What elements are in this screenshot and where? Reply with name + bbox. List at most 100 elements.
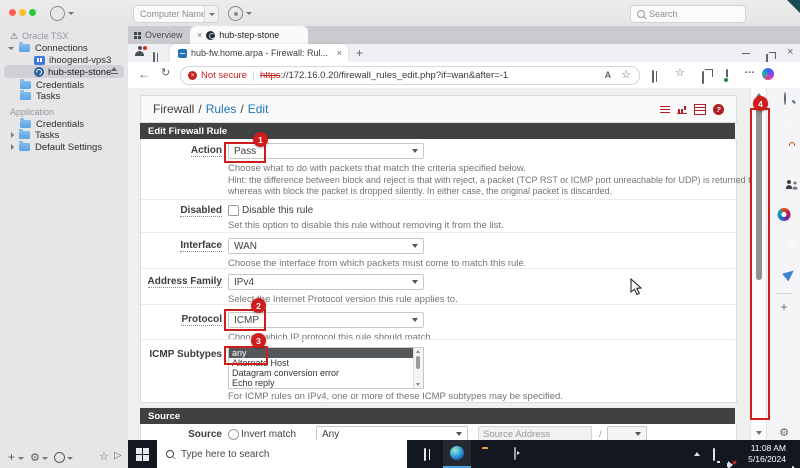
sidebar-item-label: Tasks <box>36 90 61 102</box>
disable-rule-checkbox[interactable] <box>228 205 239 216</box>
clock-date: 5/16/2024 <box>748 453 786 464</box>
read-aloud-icon[interactable]: A <box>605 71 612 80</box>
folder-icon <box>20 90 31 100</box>
list-scrollbar[interactable] <box>413 348 423 388</box>
task-view-icon[interactable] <box>424 448 426 461</box>
favorites-bar-icon[interactable]: ☆ <box>675 68 685 79</box>
sidebar-item-app-tasks[interactable]: Tasks <box>11 129 59 141</box>
close-tab-icon[interactable]: × <box>337 48 342 58</box>
interface-select[interactable]: WAN <box>228 238 424 254</box>
mac-search-field[interactable]: Search <box>630 5 746 23</box>
tab-overview[interactable]: Overview <box>134 26 183 44</box>
window-minimize-icon[interactable] <box>742 53 750 55</box>
corner-accent <box>787 0 800 13</box>
user-account-icon[interactable] <box>50 6 65 21</box>
collections-icon[interactable] <box>702 71 704 84</box>
breadcrumb-separator: / <box>198 102 202 116</box>
invert-match-checkbox[interactable] <box>228 429 239 440</box>
sidebar-item-content: hub-step-stone <box>34 66 111 78</box>
m365-icon[interactable] <box>777 208 791 221</box>
computer-name-select[interactable]: Computer Name <box>133 5 219 23</box>
add-sidebar-icon[interactable]: + <box>780 301 787 313</box>
send-icon[interactable] <box>782 266 797 282</box>
breadcrumb-link-edit[interactable]: Edit <box>248 102 269 116</box>
split-screen-icon[interactable] <box>652 70 654 83</box>
sidebar-item-default-settings[interactable]: Default Settings <box>11 141 102 153</box>
profile-icon[interactable] <box>135 46 147 56</box>
source-address-input[interactable] <box>478 426 592 440</box>
taskbar-search-field[interactable]: Type here to search <box>157 440 407 468</box>
overview-grid-icon <box>134 31 141 39</box>
browser-tab[interactable]: hub-fw.home.arpa - Firewall: Rul... × <box>170 44 348 62</box>
address-field[interactable]: × Not secure https://172.16.0.20/firewal… <box>180 66 640 85</box>
scroll-thumb <box>416 356 420 369</box>
edge-taskbar-button[interactable] <box>443 440 471 468</box>
back-icon[interactable]: ← <box>138 68 150 80</box>
add-icon[interactable]: + <box>8 450 15 464</box>
filter-icon[interactable] <box>660 105 670 113</box>
sidebar-root: ⚠ Oracle TSX <box>10 30 68 42</box>
session-menu-chevron-icon[interactable] <box>246 12 252 15</box>
icmp-option[interactable]: Datagram conversion error <box>229 368 417 378</box>
panel-header: Edit Firewall Rule <box>140 123 735 139</box>
mac-minimize-button[interactable] <box>19 9 26 16</box>
gear-icon[interactable]: ⚙ <box>30 451 40 464</box>
sidebar-item-label: Credentials <box>36 118 85 130</box>
connect-menu-chevron-icon[interactable] <box>67 457 73 460</box>
form-row-address-family: Address Family IPv4 Select the Internet … <box>141 268 736 305</box>
terminal-icon[interactable] <box>514 447 516 460</box>
annotation-callout-2: 2 <box>251 298 266 313</box>
window-close-icon[interactable]: × <box>787 47 793 58</box>
browser-essentials-icon[interactable] <box>726 69 728 82</box>
add-menu-chevron-icon[interactable] <box>18 457 24 460</box>
source-mask-select[interactable] <box>607 426 647 440</box>
mac-close-button[interactable] <box>9 9 16 16</box>
session-favicon <box>206 30 216 40</box>
user-menu-chevron-icon[interactable] <box>68 12 74 15</box>
session-record-icon[interactable] <box>228 6 243 21</box>
sidebar-item-label: Credentials <box>36 79 85 91</box>
breadcrumb-link-rules[interactable]: Rules <box>206 102 237 116</box>
address-family-select[interactable]: IPv4 <box>228 274 424 290</box>
gear-menu-chevron-icon[interactable] <box>42 457 48 460</box>
source-label: Source <box>188 429 222 440</box>
play-icon[interactable]: ▷ <box>114 450 122 461</box>
volume-muted-icon[interactable] <box>727 460 737 468</box>
copilot-icon[interactable] <box>762 68 774 80</box>
mac-zoom-button[interactable] <box>29 9 36 16</box>
clock-time: 11:08 AM <box>750 443 786 453</box>
table-icon[interactable] <box>694 103 706 115</box>
taskbar-clock[interactable]: 11:08 AM 5/16/2024 <box>740 443 786 464</box>
scroll-down-icon[interactable] <box>755 431 762 435</box>
network-icon[interactable] <box>713 448 715 461</box>
panel-title: Edit Firewall Rule <box>148 125 228 137</box>
connect-icon[interactable] <box>54 452 65 463</box>
tray-expand-icon[interactable] <box>694 452 700 456</box>
source-type-value: Any <box>322 428 340 440</box>
sidebar-item-tasks[interactable]: Tasks <box>20 90 60 102</box>
sidebar-item-hub-step-stone[interactable]: hub-step-stone <box>4 65 124 78</box>
star-icon[interactable]: ☆ <box>99 450 109 463</box>
sidebar-settings-gear-icon[interactable]: ⚙ <box>779 426 789 439</box>
mac-window-toolbar: Computer Name Search <box>0 0 800 27</box>
close-tab-icon[interactable]: × <box>197 30 202 40</box>
help-icon[interactable]: ? <box>713 103 724 115</box>
disabled-label: Disabled <box>180 205 222 217</box>
warning-icon: ⚠ <box>10 30 19 41</box>
source-type-select[interactable]: Any <box>316 426 468 440</box>
folder-icon <box>20 79 31 89</box>
computer-name-chevron-icon <box>204 6 218 22</box>
source-section-title: Source <box>148 410 181 422</box>
more-menu-icon[interactable]: … <box>744 65 755 76</box>
sidebar-item-connections[interactable]: Connections <box>8 42 88 54</box>
new-tab-icon[interactable]: + <box>356 47 363 59</box>
sidebar-search-icon[interactable] <box>784 92 786 105</box>
chart-icon[interactable] <box>677 104 687 114</box>
annotation-callout-1: 1 <box>253 132 268 147</box>
select-caret-icon <box>635 432 641 436</box>
tab-hub-step-stone[interactable]: × hub-step-stone <box>190 26 308 44</box>
interface-select-value: WAN <box>234 240 257 252</box>
icmp-option[interactable]: Echo reply <box>229 378 417 388</box>
refresh-icon[interactable]: ↻ <box>161 68 170 79</box>
favorite-star-icon[interactable]: ☆ <box>621 70 631 81</box>
